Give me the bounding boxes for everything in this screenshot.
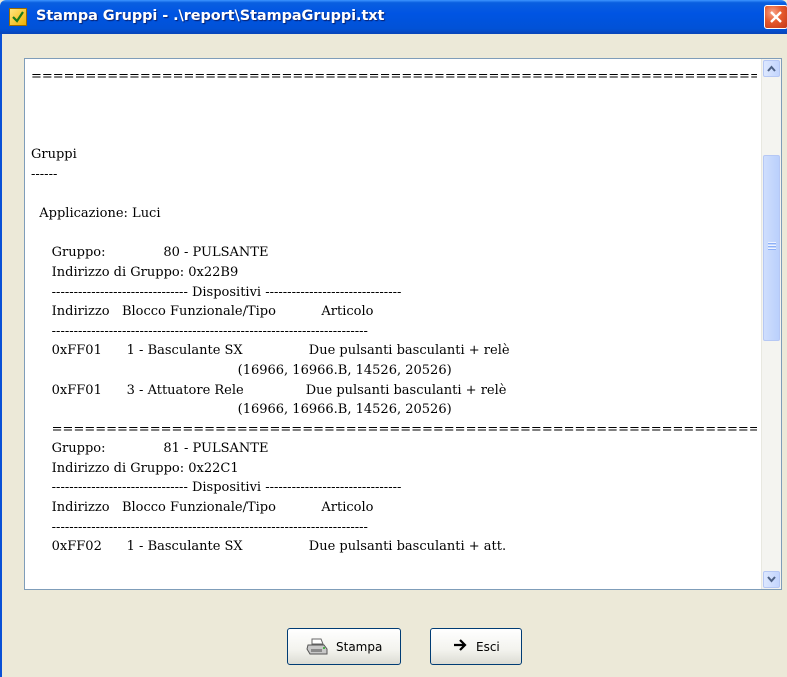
report-line: ========================================… xyxy=(31,69,757,84)
report-line: Indirizzo di Gruppo: 0x22C1 xyxy=(31,460,239,476)
report-line: Indirizzo di Gruppo: 0x22B9 xyxy=(31,264,239,280)
exit-button-label: Esci xyxy=(476,640,500,654)
report-line: 0xFF01 3 - Attuatore Rele Due pulsanti b… xyxy=(31,382,507,398)
exit-button[interactable]: Esci xyxy=(430,628,522,665)
chevron-up-icon xyxy=(767,65,776,72)
arrow-right-icon xyxy=(453,638,469,655)
print-button-label: Stampa xyxy=(336,640,383,654)
scroll-down-button[interactable] xyxy=(763,571,780,588)
app-icon xyxy=(9,8,27,26)
scroll-thumb[interactable] xyxy=(763,155,780,341)
report-text: ========================================… xyxy=(31,67,757,557)
close-button[interactable] xyxy=(764,5,787,29)
report-line: (16966, 16966.B, 14526, 20526) xyxy=(31,362,452,378)
printer-icon xyxy=(306,638,328,659)
report-line: ----------------------------------------… xyxy=(31,323,368,339)
report-line: ------ xyxy=(31,166,58,182)
close-icon xyxy=(770,11,782,23)
report-line: Applicazione: Luci xyxy=(31,206,161,222)
report-line: Gruppo: 81 - PULSANTE xyxy=(31,441,269,457)
chevron-down-icon xyxy=(767,576,776,583)
report-line: ------------------------------- Disposit… xyxy=(31,284,402,300)
report-line: 0xFF01 1 - Basculante SX Due pulsanti ba… xyxy=(31,343,510,359)
scroll-grip xyxy=(768,242,776,250)
report-viewer[interactable]: ========================================… xyxy=(24,58,782,590)
window-title: Stampa Gruppi - .\report\StampaGruppi.tx… xyxy=(36,8,385,24)
scroll-up-button[interactable] xyxy=(763,60,780,77)
report-line: ----------------------------------------… xyxy=(31,519,368,535)
print-button[interactable]: Stampa xyxy=(287,628,401,665)
report-line: (16966, 16966.B, 14526, 20526) xyxy=(31,402,452,418)
report-line: Indirizzo Blocco Funzionale/Tipo Articol… xyxy=(31,500,374,516)
report-line: Indirizzo Blocco Funzionale/Tipo Articol… xyxy=(31,304,374,320)
report-line: ------------------------------- Disposit… xyxy=(31,480,402,496)
report-line: Gruppi xyxy=(31,147,77,163)
window-border xyxy=(0,34,2,677)
report-line: 0xFF02 1 - Basculante SX Due pulsanti ba… xyxy=(31,539,507,555)
vertical-scrollbar[interactable] xyxy=(761,59,781,589)
title-bar[interactable]: Stampa Gruppi - .\report\StampaGruppi.tx… xyxy=(0,0,787,34)
report-line: ========================================… xyxy=(31,421,757,437)
report-line: Gruppo: 80 - PULSANTE xyxy=(31,245,269,261)
